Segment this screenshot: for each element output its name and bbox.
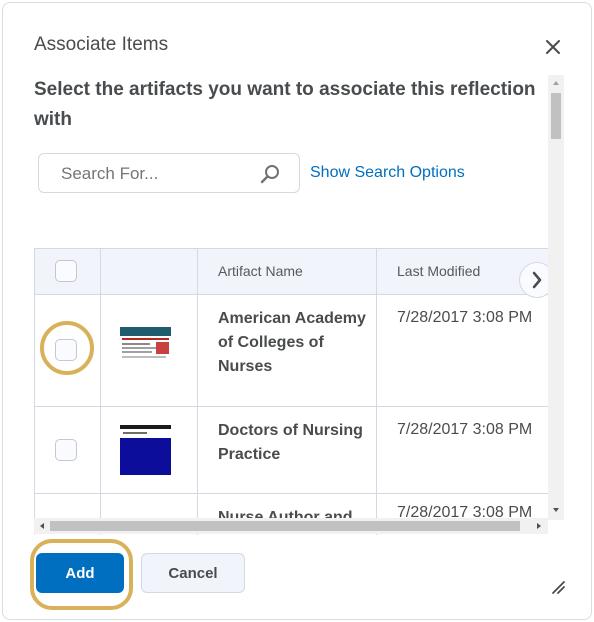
- artifact-name[interactable]: American Academy of Colleges of Nurses: [218, 307, 368, 379]
- close-icon[interactable]: [543, 37, 563, 57]
- column-header-artifact-name: Artifact Name: [218, 263, 303, 279]
- horizontal-scrollbar-thumb[interactable]: [50, 521, 520, 531]
- scroll-up-arrow-icon[interactable]: [548, 77, 564, 89]
- scroll-down-arrow-icon[interactable]: [548, 504, 564, 516]
- webpage-thumbnail-blue: [120, 425, 171, 475]
- scroll-right-arrow-icon[interactable]: [533, 518, 545, 534]
- search-icon[interactable]: [259, 164, 281, 186]
- resize-handle-icon[interactable]: [550, 579, 566, 595]
- associate-items-dialog: Associate Items Select the artifacts you…: [2, 2, 592, 620]
- dialog-title: Associate Items: [34, 34, 169, 55]
- artifacts-table: Artifact Name Last Modified American Aca…: [34, 248, 554, 535]
- row-checkbox[interactable]: [55, 439, 77, 461]
- checkbox-highlight-ring: [40, 321, 94, 375]
- column-header-last-modified: Last Modified: [397, 263, 481, 279]
- artifact-name[interactable]: Doctors of Nursing Practice: [218, 419, 368, 467]
- cancel-button[interactable]: Cancel: [141, 553, 245, 593]
- vertical-scrollbar-thumb[interactable]: [551, 93, 561, 139]
- show-search-options-link[interactable]: Show Search Options: [310, 164, 465, 182]
- vertical-scrollbar[interactable]: [548, 75, 564, 520]
- table-header: Artifact Name Last Modified: [35, 249, 554, 298]
- scroll-left-arrow-icon[interactable]: [36, 518, 48, 534]
- add-button[interactable]: Add: [36, 553, 124, 593]
- dialog-body: Select the artifacts you want to associa…: [3, 75, 563, 535]
- dialog-heading: Select the artifacts you want to associa…: [34, 79, 536, 130]
- webpage-thumbnail-red-header: [120, 325, 171, 365]
- table-row: Doctors of Nursing Practice 7/28/2017 3:…: [35, 407, 554, 494]
- table-row: American Academy of Colleges of Nurses 7…: [35, 295, 554, 407]
- last-modified: 7/28/2017 3:08 PM: [397, 421, 533, 438]
- search-input[interactable]: [59, 163, 243, 185]
- horizontal-scrollbar[interactable]: [34, 518, 548, 534]
- last-modified: 7/28/2017 3:08 PM: [397, 309, 533, 326]
- select-all-checkbox[interactable]: [55, 260, 77, 282]
- search-box: [38, 153, 300, 193]
